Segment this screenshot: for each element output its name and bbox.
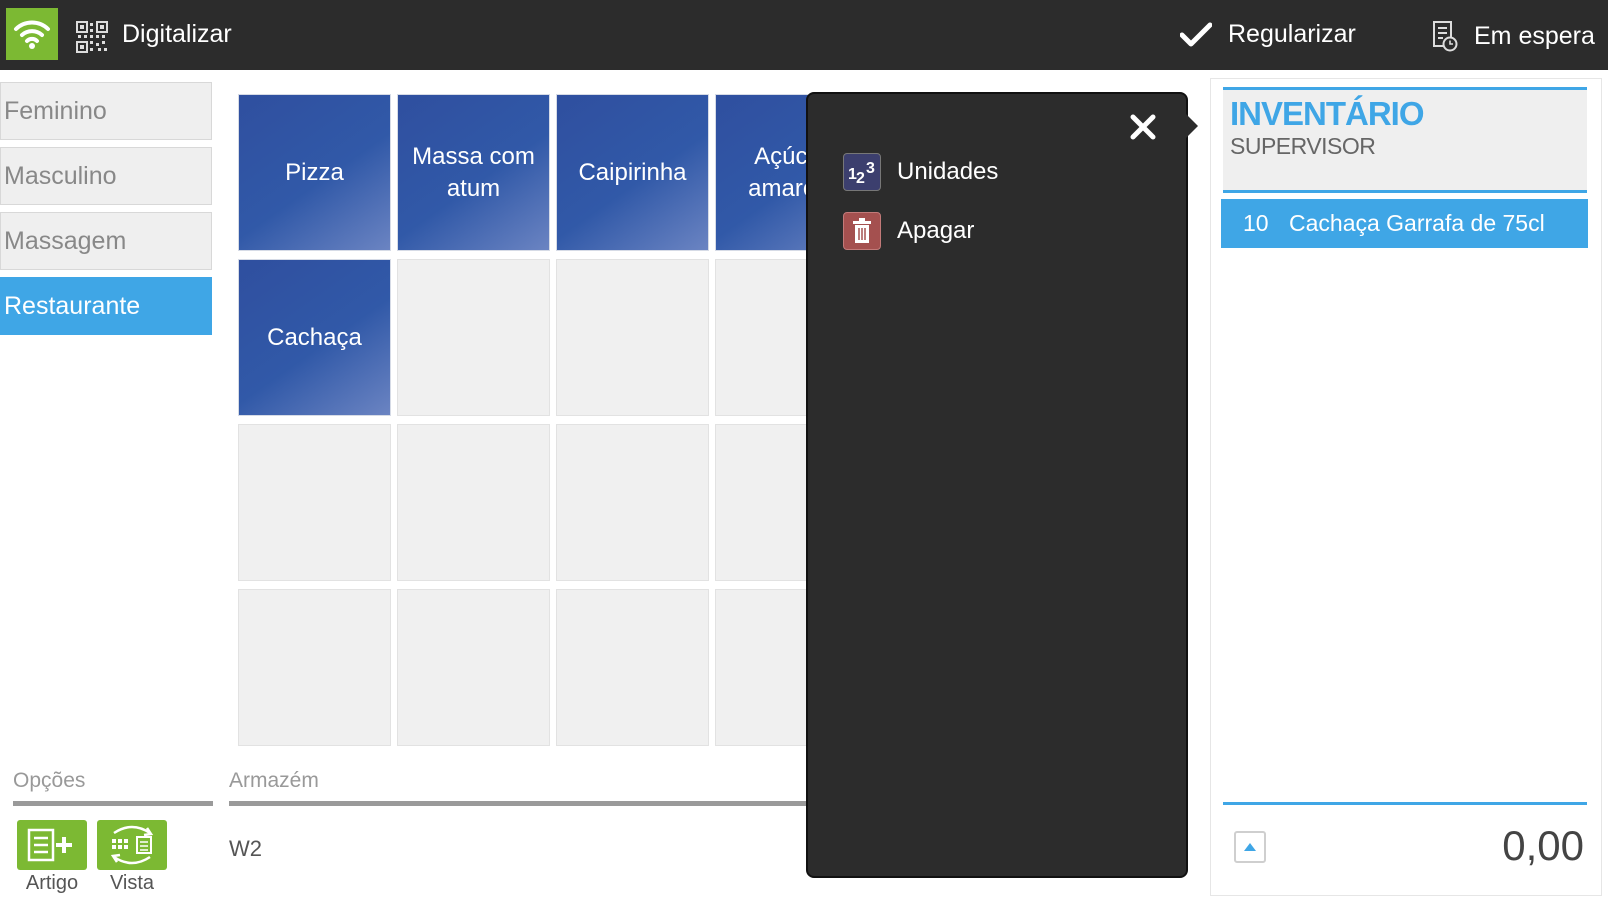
warehouse-value[interactable]: W2 — [229, 836, 262, 862]
item-context-popup — [806, 92, 1188, 878]
menu-item-delete[interactable]: Apagar — [843, 212, 974, 250]
warehouse-divider — [229, 801, 809, 806]
document-subtitle: SUPERVISOR — [1230, 133, 1376, 159]
warehouse-heading: Armazém — [229, 769, 319, 792]
svg-text:2: 2 — [856, 170, 865, 187]
checkmark-icon — [1180, 22, 1212, 46]
empty-tile — [715, 259, 808, 416]
close-icon — [1130, 114, 1156, 140]
add-article-label: Artigo — [25, 872, 79, 894]
popup-pointer — [1186, 114, 1198, 138]
document-title: INVENTÁRIO — [1230, 95, 1425, 132]
product-tile-pizza[interactable]: Pizza — [238, 94, 391, 251]
trash-icon — [843, 212, 881, 250]
add-article-icon — [27, 828, 72, 862]
empty-tile — [715, 589, 808, 746]
total-divider — [1223, 802, 1587, 805]
receipt-clock-icon — [1433, 21, 1458, 52]
category-list: Feminino Masculino Massagem Restaurante — [0, 82, 212, 342]
product-grid: Pizza Massa com atum Caipirinha Açúcar a… — [238, 94, 808, 750]
line-item-name: Cachaça Garrafa de 75cl — [1289, 210, 1545, 236]
triangle-up-icon — [1244, 843, 1256, 851]
empty-tile — [715, 424, 808, 581]
product-tile-massa-com-atum[interactable]: Massa com atum — [397, 94, 550, 251]
regularize-label: Regularizar — [1228, 20, 1356, 48]
svg-text:3: 3 — [866, 160, 875, 177]
empty-tile — [397, 259, 550, 416]
hold-button[interactable]: Em espera — [1432, 20, 1595, 52]
product-tile-acucar-amarelo[interactable]: Açúcar amarelo — [715, 94, 808, 251]
line-item-quantity: 10 — [1243, 210, 1269, 236]
menu-item-delete-label: Apagar — [897, 217, 975, 244]
toggle-view-button[interactable] — [97, 820, 167, 870]
options-divider — [13, 801, 213, 806]
empty-tile — [397, 589, 550, 746]
empty-tile — [397, 424, 550, 581]
document-total: 0,00 — [1502, 822, 1584, 869]
empty-tile — [238, 424, 391, 581]
category-masculino[interactable]: Masculino — [0, 147, 212, 205]
empty-tile — [556, 259, 709, 416]
category-restaurante[interactable]: Restaurante — [0, 277, 212, 335]
hold-label: Em espera — [1474, 21, 1595, 50]
menu-item-units-label: Unidades — [897, 158, 999, 185]
options-heading: Opções — [13, 769, 86, 792]
add-article-button[interactable] — [17, 820, 87, 870]
scan-button[interactable]: Digitalizar — [122, 20, 232, 49]
menu-item-units[interactable]: 1 2 3 Unidades — [843, 153, 998, 191]
document-line-item[interactable]: 10 Cachaça Garrafa de 75cl — [1221, 199, 1588, 248]
product-tile-caipirinha[interactable]: Caipirinha — [556, 94, 709, 251]
wifi-button[interactable] — [6, 8, 58, 60]
product-tile-cachaca[interactable]: Cachaça — [238, 259, 391, 416]
empty-tile — [556, 589, 709, 746]
close-button[interactable] — [1126, 110, 1160, 144]
top-bar: Digitalizar Regularizar Em espera — [0, 0, 1608, 70]
empty-tile — [556, 424, 709, 581]
switch-view-icon — [110, 825, 154, 865]
wifi-icon — [14, 20, 50, 49]
qr-code-icon[interactable] — [76, 21, 108, 53]
regularize-button[interactable]: Regularizar — [1180, 20, 1356, 49]
toggle-view-label: Vista — [109, 872, 155, 894]
category-massagem[interactable]: Massagem — [0, 212, 212, 270]
empty-tile — [238, 589, 391, 746]
category-feminino[interactable]: Feminino — [0, 82, 212, 140]
units-icon: 1 2 3 — [843, 153, 881, 191]
expand-totals-button[interactable] — [1234, 831, 1266, 863]
